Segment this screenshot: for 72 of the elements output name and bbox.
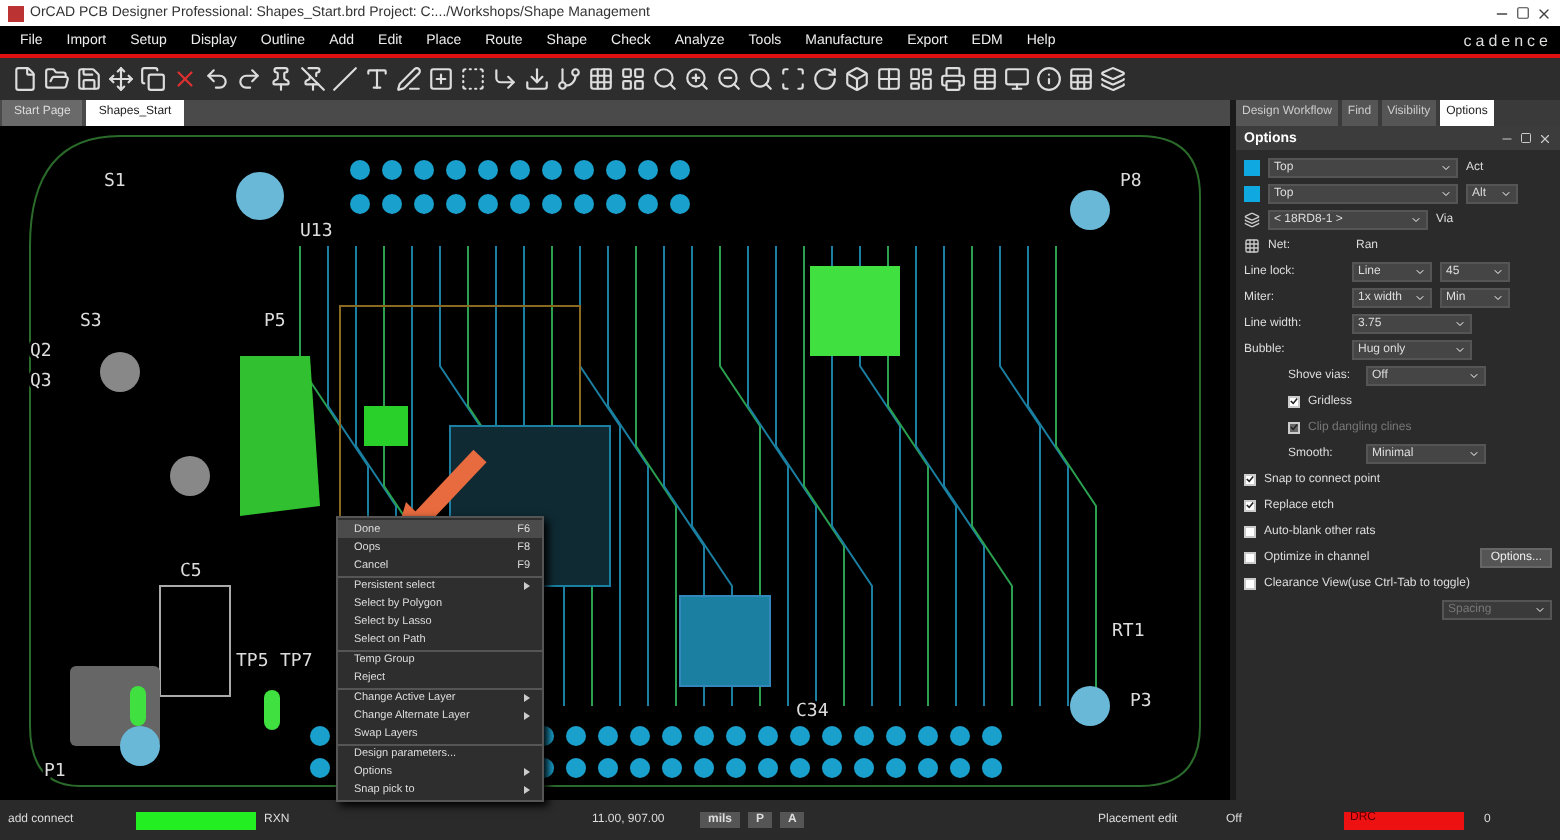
scan-icon[interactable] [780, 66, 806, 92]
caret-icon [1414, 265, 1426, 277]
board-label: U13 [300, 222, 333, 242]
search-icon[interactable] [748, 66, 774, 92]
pin-icon[interactable] [268, 66, 294, 92]
folder-icon[interactable] [44, 66, 70, 92]
undo-icon[interactable] [204, 66, 230, 92]
zoom-in-icon[interactable] [684, 66, 710, 92]
close-icon[interactable] [1536, 5, 1552, 21]
monitor-icon[interactable] [1004, 66, 1030, 92]
board-label: TP7 [280, 652, 313, 672]
copy-icon[interactable] [140, 66, 166, 92]
submenu-arrow-icon [524, 785, 530, 794]
rotate-icon[interactable] [812, 66, 838, 92]
checkbox[interactable] [1244, 473, 1256, 485]
text-icon[interactable] [364, 66, 390, 92]
edit-text-icon[interactable] [396, 66, 422, 92]
board-label: RT1 [1112, 622, 1145, 642]
download-icon[interactable] [524, 66, 550, 92]
caret-icon [1440, 161, 1452, 173]
layer-color-swatch[interactable] [1244, 185, 1260, 201]
board-label: Q2 [30, 342, 52, 362]
board-label: Q3 [30, 372, 52, 392]
layers-icon[interactable] [1100, 66, 1126, 92]
move-icon[interactable] [108, 66, 134, 92]
caret-icon [1454, 343, 1466, 355]
3d-box-icon[interactable] [844, 66, 870, 92]
board-label: C5 [180, 562, 202, 582]
route-icon[interactable] [492, 66, 518, 92]
submenu-arrow-icon [524, 582, 530, 591]
caret-icon [1492, 291, 1504, 303]
printer-icon[interactable] [940, 66, 966, 92]
caret-icon [1454, 317, 1466, 329]
caret-icon [1414, 291, 1426, 303]
board-label: S3 [80, 312, 102, 332]
file-icon[interactable] [12, 66, 38, 92]
zoom-out-icon[interactable] [716, 66, 742, 92]
save-icon[interactable] [76, 66, 102, 92]
line-icon[interactable] [332, 66, 358, 92]
checkbox[interactable] [1288, 395, 1300, 407]
brand-logo: cadence [1463, 31, 1552, 49]
caret-icon [1468, 447, 1480, 459]
unpin-icon[interactable] [300, 66, 326, 92]
board-label: P5 [264, 312, 286, 332]
dashed-square-icon[interactable] [460, 66, 486, 92]
layout-grid-icon[interactable] [620, 66, 646, 92]
board-label: P8 [1120, 172, 1142, 192]
caret-icon [1410, 213, 1422, 225]
submenu-arrow-icon [524, 767, 530, 775]
board-label: P3 [1130, 692, 1152, 712]
add-square-icon[interactable] [428, 66, 454, 92]
dashboard-icon[interactable] [908, 66, 934, 92]
board-label: TP5 [236, 652, 269, 672]
grid-icon[interactable] [588, 66, 614, 92]
caret-icon [1468, 369, 1480, 381]
caret-icon [1440, 187, 1452, 199]
board-label: C34 [796, 702, 829, 722]
table-icon[interactable] [972, 66, 998, 92]
checkbox[interactable] [1244, 499, 1256, 511]
caret-icon [1492, 265, 1504, 277]
board-label: P1 [44, 762, 66, 782]
board-label: S1 [104, 172, 126, 192]
float-icon[interactable] [1520, 132, 1532, 144]
redo-icon[interactable] [236, 66, 262, 92]
maximize-icon[interactable] [1516, 6, 1530, 20]
branch-icon[interactable] [556, 66, 582, 92]
app-icon [8, 5, 24, 21]
progress-indicator [136, 811, 256, 829]
info-icon[interactable] [1036, 66, 1062, 92]
caret-icon [1500, 187, 1512, 199]
caret-icon [1534, 603, 1546, 615]
layer-color-swatch[interactable] [1244, 159, 1260, 175]
